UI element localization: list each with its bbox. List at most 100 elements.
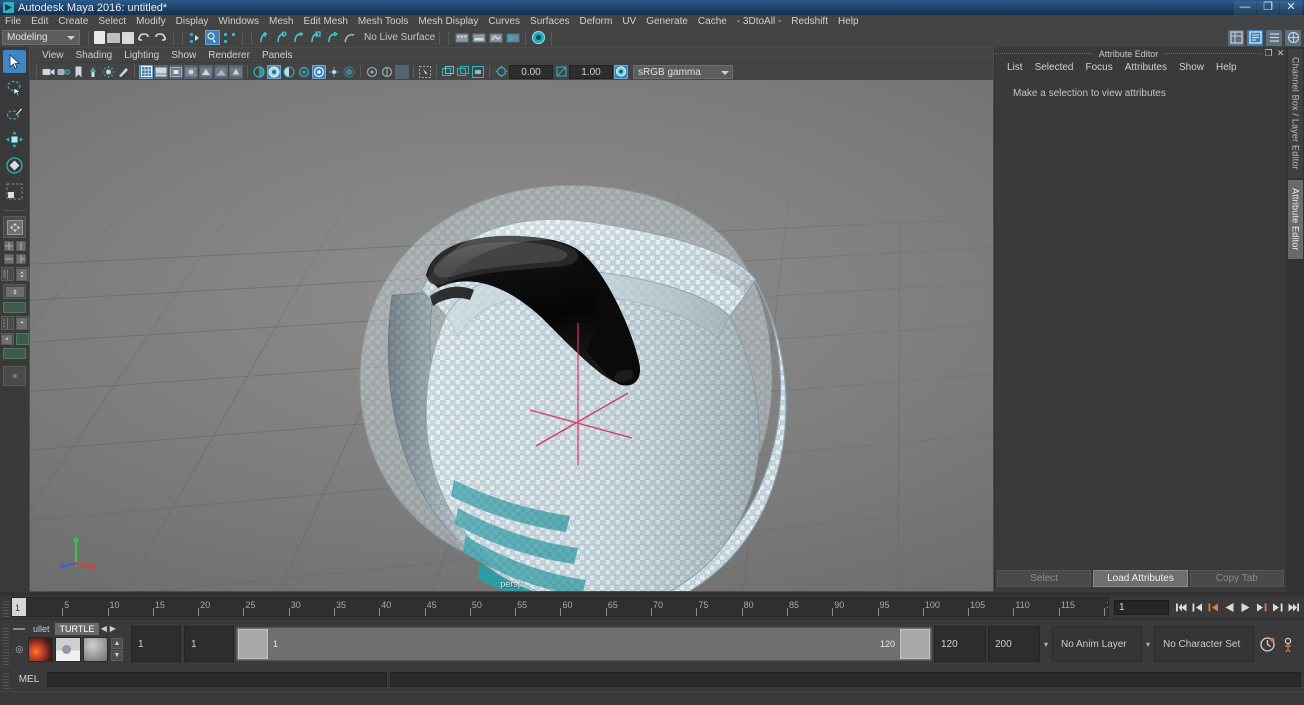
shelf-options-icon[interactable]: ◎ <box>13 644 26 655</box>
menu-windows[interactable]: Windows <box>213 15 264 28</box>
exposure-icon[interactable] <box>494 65 508 79</box>
step-back-key-icon[interactable] <box>1206 599 1221 615</box>
image-plane-icon[interactable] <box>86 65 100 79</box>
render-view-layout[interactable] <box>1 333 14 345</box>
select-camera-icon[interactable] <box>41 65 55 79</box>
menu-mesh-tools[interactable]: Mesh Tools <box>353 15 413 28</box>
menu-select[interactable]: Select <box>93 15 131 28</box>
ipr-render-icon[interactable] <box>471 30 486 45</box>
snap-grid-icon[interactable] <box>257 30 272 45</box>
step-forward-key-icon[interactable] <box>1254 599 1269 615</box>
viewport-menu-view[interactable]: View <box>36 50 70 61</box>
xray-icon[interactable] <box>252 65 266 79</box>
shelf-tab-turtle[interactable]: TURTLE <box>55 623 100 635</box>
show-hide-attribute-editor-icon[interactable] <box>1247 30 1263 46</box>
motion-blur-icon[interactable] <box>342 65 356 79</box>
two-pane-stacked-layout[interactable] <box>4 254 14 264</box>
render-settings-icon[interactable] <box>488 30 503 45</box>
gamma-field[interactable]: 1.00 <box>569 65 613 79</box>
menu-set-selector[interactable]: Modeling <box>2 30 80 45</box>
menu-deform[interactable]: Deform <box>575 15 618 28</box>
play-backwards-icon[interactable] <box>1222 599 1237 615</box>
snap-point-icon[interactable] <box>291 30 306 45</box>
step-forward-frame-icon[interactable] <box>1270 599 1285 615</box>
color-space-selector[interactable]: sRGB gamma <box>633 65 733 79</box>
menu-edit-mesh[interactable]: Edit Mesh <box>298 15 352 28</box>
playback-end-field[interactable]: 120 <box>934 626 986 662</box>
snap-view-plane-icon[interactable] <box>325 30 340 45</box>
attr-menu-selected[interactable]: Selected <box>1029 62 1080 73</box>
anim-layer-caret-icon[interactable]: ▾ <box>1040 640 1052 649</box>
default-light-icon[interactable] <box>297 65 311 79</box>
isolate-select-icon[interactable] <box>365 65 379 79</box>
current-time-indicator[interactable]: 1 <box>12 598 26 616</box>
character-set-selector[interactable]: No Character Set <box>1154 626 1254 662</box>
menu-generate[interactable]: Generate <box>641 15 693 28</box>
menu-curves[interactable]: Curves <box>483 15 525 28</box>
move-tool[interactable] <box>3 128 26 151</box>
single-perspective-layout[interactable] <box>3 216 26 238</box>
scale-tool[interactable] <box>3 180 26 203</box>
menu-redshift[interactable]: Redshift <box>786 15 833 28</box>
undo-icon[interactable] <box>136 30 151 45</box>
rotate-tool[interactable] <box>3 154 26 177</box>
turtle-bake-icon[interactable] <box>55 637 80 662</box>
film-gate-icon[interactable] <box>441 65 455 79</box>
xray-active-components-icon[interactable] <box>282 65 296 79</box>
use-all-lights-icon[interactable] <box>199 65 213 79</box>
menu-create[interactable]: Create <box>53 15 93 28</box>
command-language-label[interactable]: MEL <box>11 674 47 685</box>
current-frame-field[interactable]: 1 <box>1114 600 1169 615</box>
menu-file[interactable]: File <box>0 15 26 28</box>
light-shadows-icon[interactable] <box>327 65 341 79</box>
hypershade-layout[interactable] <box>16 267 29 281</box>
playback-range-slider[interactable]: 1 120 <box>236 627 932 661</box>
smooth-shade-selected-icon[interactable] <box>169 65 183 79</box>
menu-uv[interactable]: UV <box>617 15 641 28</box>
select-by-object-icon[interactable] <box>205 30 220 45</box>
select-by-component-icon[interactable] <box>222 30 237 45</box>
time-slider-grip[interactable] <box>0 596 11 618</box>
go-to-start-icon[interactable] <box>1174 599 1189 615</box>
viewport-3d-canvas[interactable]: persp <box>30 80 993 591</box>
paint-select-tool[interactable] <box>3 102 26 125</box>
shelf-tab-bullet[interactable]: ullet <box>28 623 55 635</box>
uv-editor-layout[interactable] <box>16 333 29 345</box>
viewport-menu-panels[interactable]: Panels <box>256 50 299 61</box>
close-panel-icon[interactable]: ✕ <box>1275 48 1286 59</box>
gate-mask-icon[interactable] <box>471 65 485 79</box>
minimize-button[interactable]: — <box>1234 1 1256 15</box>
snap-projected-icon[interactable] <box>308 30 323 45</box>
screen-space-ao-icon[interactable] <box>229 65 243 79</box>
bullet-dynamics-icon[interactable] <box>28 637 53 662</box>
character-set-caret-icon[interactable]: ▾ <box>1142 640 1154 649</box>
select-tool[interactable] <box>3 50 26 73</box>
menu-cache[interactable]: Cache <box>693 15 732 28</box>
attr-menu-list[interactable]: List <box>1001 62 1029 73</box>
copy-tab-button[interactable]: Copy Tab <box>1190 570 1284 587</box>
auto-keyframe-icon[interactable] <box>1257 634 1277 654</box>
persp-only-layout[interactable] <box>16 316 29 330</box>
persp-graph-layout[interactable] <box>3 284 26 299</box>
menu-help[interactable]: Help <box>833 15 864 28</box>
xray-joints-icon[interactable] <box>267 65 281 79</box>
range-start-handle[interactable] <box>238 629 268 659</box>
go-to-end-icon[interactable] <box>1286 599 1301 615</box>
menu-modify[interactable]: Modify <box>131 15 170 28</box>
menu-edit[interactable]: Edit <box>26 15 53 28</box>
shelf-prev-icon[interactable]: ◀ <box>99 623 108 634</box>
graph-editor-layout[interactable] <box>3 348 26 359</box>
animation-end-field[interactable]: 1 <box>184 626 234 662</box>
new-scene-icon[interactable] <box>94 31 105 44</box>
shelf-handle[interactable] <box>13 628 25 630</box>
menu-display[interactable]: Display <box>171 15 214 28</box>
paint-effects-icon[interactable] <box>116 65 130 79</box>
viewport-menu-lighting[interactable]: Lighting <box>118 50 165 61</box>
load-attributes-button[interactable]: Load Attributes <box>1093 570 1187 587</box>
hypershade-icon[interactable] <box>505 30 520 45</box>
wireframe-icon[interactable] <box>139 65 153 79</box>
tab-channel-box-layer-editor[interactable]: Channel Box / Layer Editor <box>1288 49 1303 178</box>
hardware-texturing-icon[interactable] <box>184 65 198 79</box>
exposure-field[interactable]: 0.00 <box>509 65 553 79</box>
tab-attribute-editor[interactable]: Attribute Editor <box>1288 180 1303 259</box>
